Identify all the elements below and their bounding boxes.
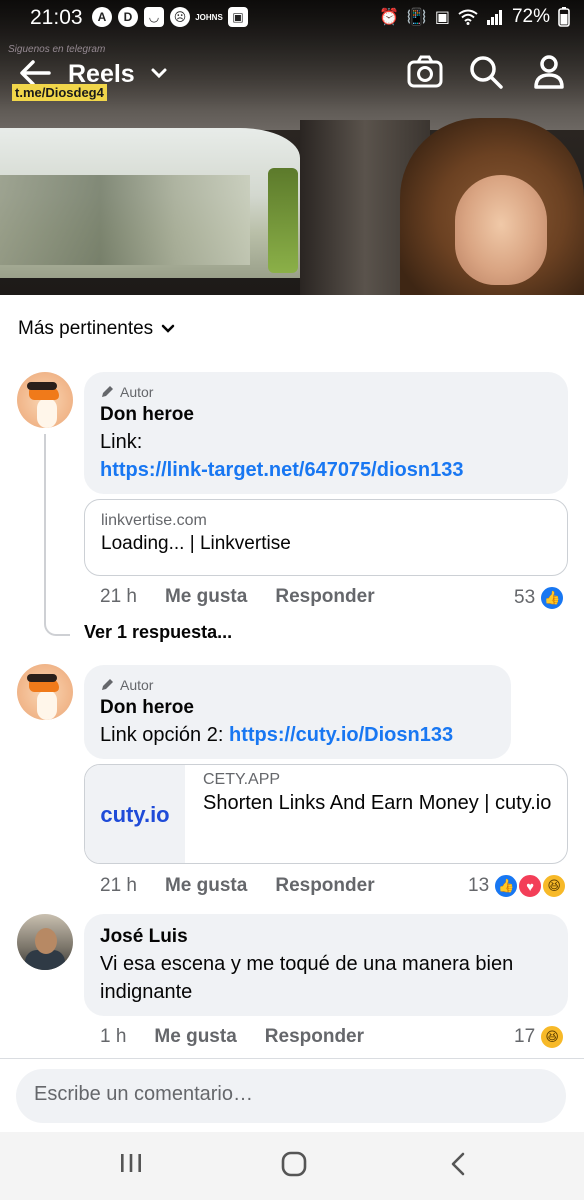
status-time: 21:03	[30, 6, 83, 29]
author-badge-label: Autor	[120, 677, 154, 693]
app-notification-icon: ☹	[170, 7, 190, 27]
comment-link[interactable]: https://cuty.io/Diosn133	[229, 724, 453, 746]
author-badge-label: Autor	[120, 384, 154, 400]
app-notification-icon: D	[118, 7, 138, 27]
reaction-summary[interactable]: 13 👍 ♥ 😆	[468, 873, 568, 899]
comment-author[interactable]: Don heroe	[100, 695, 495, 721]
avatar[interactable]	[17, 664, 73, 720]
avatar[interactable]	[17, 372, 73, 428]
haha-reaction-icon: 😆	[539, 1024, 566, 1050]
app-notification-icon: A	[92, 7, 112, 27]
like-button[interactable]: Me gusta	[165, 875, 247, 897]
link-preview-title: Shorten Links And Earn Money | cuty.io	[203, 792, 552, 814]
like-reaction-icon: 👍	[493, 873, 520, 899]
camera-icon[interactable]	[406, 54, 444, 90]
reply-thread-line	[44, 434, 70, 636]
cuty-logo: cuty.io	[100, 802, 170, 827]
comment-author[interactable]: Don heroe	[100, 402, 552, 428]
notification-icons: A D ◡ ☹ JOHNS ▣	[92, 7, 248, 27]
search-icon[interactable]	[468, 54, 504, 90]
link-preview-title: Loading... | Linkvertise	[101, 533, 291, 554]
back-icon[interactable]	[446, 1150, 470, 1178]
watermark-text: t.me/Diosdeg4	[12, 84, 107, 101]
home-icon[interactable]	[280, 1150, 308, 1178]
comment-bubble[interactable]: Autor Don heroe Link: https://link-targe…	[84, 372, 568, 494]
chevron-down-icon[interactable]	[150, 66, 168, 80]
reaction-summary[interactable]: 17 😆	[514, 1024, 566, 1050]
comment-author[interactable]: José Luis	[100, 924, 552, 950]
chevron-down-icon	[161, 324, 175, 333]
like-button[interactable]: Me gusta	[154, 1026, 236, 1048]
battery-icon	[558, 7, 570, 27]
link-preview-domain: CETY.APP	[203, 771, 281, 788]
signal-icon	[486, 10, 502, 25]
pencil-icon	[102, 679, 113, 690]
comment-text: Link opción 2: https://cuty.io/Diosn133	[100, 721, 495, 749]
reply-button[interactable]: Responder	[265, 1026, 364, 1048]
comment-text-prefix: Link opción 2:	[100, 724, 229, 746]
battery-percent: 72%	[511, 6, 550, 27]
reaction-count: 13	[468, 875, 490, 896]
comment-time: 21 h	[100, 586, 137, 607]
author-badge: Autor	[100, 384, 552, 400]
data-saver-icon: ▣	[434, 9, 450, 26]
link-preview-card[interactable]: linkvertise.com Loading... | Linkvertise	[84, 499, 568, 576]
app-notification-icon: ◡	[144, 7, 164, 27]
view-replies-link[interactable]: Ver 1 respuesta...	[84, 622, 232, 643]
comment-text: Vi esa escena y me toqué de una manera b…	[100, 953, 514, 1003]
pencil-icon	[102, 386, 113, 397]
link-preview-domain: linkvertise.com	[101, 512, 207, 529]
status-bar: 21:03 A D ◡ ☹ JOHNS ▣ ⏰ 📳 ▣ 72%	[0, 0, 584, 34]
reaction-summary[interactable]: 53 👍	[514, 585, 566, 611]
haha-reaction-icon: 😆	[541, 873, 568, 899]
avatar[interactable]	[17, 914, 73, 970]
vibrate-icon: 📳	[406, 9, 427, 26]
comment-input-placeholder: Escribe un comentario…	[34, 1083, 253, 1105]
link-preview-card[interactable]: cuty.io CETY.APP Shorten Links And Earn …	[84, 764, 568, 864]
alarm-icon: ⏰	[379, 9, 399, 26]
divider	[0, 1058, 584, 1059]
sort-label: Más pertinentes	[18, 318, 154, 339]
reaction-count: 17	[514, 1026, 536, 1047]
reply-button[interactable]: Responder	[275, 586, 374, 608]
comment-time: 1 h	[100, 1026, 127, 1047]
sort-dropdown[interactable]: Más pertinentes	[18, 318, 175, 340]
reaction-count: 53	[514, 587, 536, 608]
comment-time: 21 h	[100, 875, 137, 896]
link-preview-thumbnail: cuty.io	[85, 765, 185, 863]
like-button[interactable]: Me gusta	[165, 586, 247, 608]
like-reaction-icon: 👍	[539, 585, 566, 611]
comment-input[interactable]: Escribe un comentario…	[16, 1069, 566, 1123]
system-nav-bar	[0, 1132, 584, 1200]
app-notification-icon: JOHNS	[195, 12, 223, 22]
recent-apps-icon[interactable]	[118, 1150, 144, 1176]
comment-bubble[interactable]: José Luis Vi esa escena y me toqué de un…	[84, 914, 568, 1016]
wifi-icon	[458, 9, 478, 25]
comment-text: Link:	[100, 431, 143, 453]
comment-link[interactable]: https://link-target.net/647075/diosn133	[100, 456, 552, 484]
reply-button[interactable]: Responder	[275, 875, 374, 897]
comment-bubble[interactable]: Autor Don heroe Link opción 2: https://c…	[84, 665, 511, 759]
profile-icon[interactable]	[532, 54, 566, 90]
author-badge: Autor	[100, 677, 495, 693]
love-reaction-icon: ♥	[517, 873, 544, 899]
gallery-notification-icon: ▣	[228, 7, 248, 27]
